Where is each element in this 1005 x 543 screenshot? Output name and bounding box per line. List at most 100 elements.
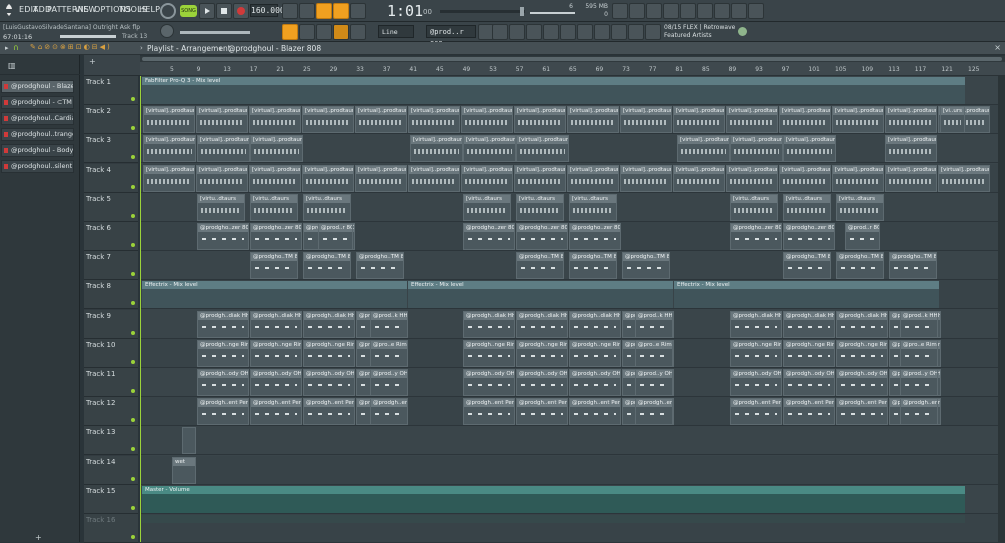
playlist-clip[interactable]: [virtual]..prodtaurs (779, 106, 831, 134)
playlist-clip[interactable]: [virtual]..prodtaurs (885, 164, 937, 192)
playlist-clip[interactable]: [virtual]..prodtaurs (673, 164, 725, 192)
track-header[interactable]: Track 12 (84, 397, 138, 427)
playlist-clip[interactable]: [virtu..dtaurs (730, 193, 778, 221)
track-header[interactable]: Track 7 (84, 251, 138, 281)
playlist-clip[interactable]: @prodgh..diak HH (197, 310, 249, 338)
playlist-clip[interactable]: @prodgh..nge Rim (250, 339, 302, 367)
track-header[interactable]: Track 6 (84, 222, 138, 251)
master-volume-slider[interactable] (180, 31, 250, 34)
playlist-clip[interactable]: @prodgho..zer 808 (730, 223, 782, 250)
track-lane[interactable] (140, 455, 1005, 485)
news-icon[interactable] (645, 24, 661, 40)
track-enable-led[interactable] (131, 476, 135, 481)
playlist-clip[interactable]: [virtual]..prodtaurs (463, 135, 516, 163)
wait-record-icon[interactable] (299, 3, 315, 19)
audio-settings-icon[interactable] (680, 3, 696, 19)
news-line1[interactable]: FLEX | Retrowave (683, 24, 735, 31)
play-button[interactable] (199, 3, 215, 19)
playlist-clip[interactable]: [virtual]..prodtaurs (726, 106, 778, 134)
track-header[interactable]: Track 14 (84, 455, 138, 485)
playlist-clip[interactable]: @prodgh..diak HH (516, 310, 568, 338)
panic-icon[interactable] (629, 3, 645, 19)
song-position-display[interactable]: 1:01 00 (385, 1, 435, 21)
playlist-clip[interactable]: @prod..k HH (370, 310, 408, 338)
playlist-clip[interactable]: [virtual]..prodtaurs (197, 135, 250, 163)
track-header[interactable]: Track 16 (84, 514, 138, 543)
playlist-clip[interactable]: @prod..k HH (900, 310, 938, 338)
playlist-clip[interactable]: @prodgho..zer 808 (250, 223, 302, 250)
record-button[interactable] (233, 3, 249, 19)
draw-tool-icon[interactable] (299, 24, 315, 40)
playlist-clip[interactable]: @pro..e Rim (635, 339, 673, 367)
touch-keyboard-icon[interactable] (628, 24, 644, 40)
snap-select[interactable]: Line (378, 25, 414, 38)
track-header[interactable]: Track 5 (84, 192, 138, 222)
playlist-clip[interactable]: @prodgh..ody OH (303, 369, 355, 396)
pattern-item[interactable]: @prodghoul..Cardiak HH (1, 112, 74, 125)
playlist-clip[interactable]: @prodgh..nge Rim (836, 339, 888, 367)
playlist-clip[interactable]: @prodgh..nge Rim (303, 339, 355, 367)
playlist-clip[interactable]: @prodgh..diak HH (569, 310, 621, 338)
mic-icon[interactable] (663, 3, 679, 19)
track-enable-led[interactable] (131, 389, 135, 393)
pattern-item[interactable]: @prodghoul - Body OH (1, 144, 74, 157)
track-header[interactable]: Track 15 (84, 484, 138, 514)
automation-clip[interactable]: Effectrix - Mix level (408, 281, 673, 309)
playlist-clip[interactable]: [virtu..dtaurs (250, 193, 298, 221)
playlist-clip[interactable]: @prodgh..nge Rim (463, 339, 515, 367)
playlist-clip[interactable]: [virtual]..prodtaurs (885, 106, 937, 134)
playlist-clip[interactable]: [virtual]..prodtaurs (461, 106, 513, 134)
playlist-clip[interactable]: [virtual]..prodtaurs (196, 106, 248, 134)
track-header[interactable]: Track 3 (84, 134, 138, 164)
playlist-clip[interactable]: [virtual]..prodtaurs (196, 164, 248, 192)
pattern-song-toggle-icon[interactable] (160, 3, 176, 19)
playlist-clip[interactable]: @prodgho..zer 808 (569, 223, 621, 250)
track-enable-led[interactable] (131, 330, 135, 335)
plugin-picker-icon[interactable] (577, 24, 593, 40)
playlist-clip[interactable]: @prodgh..nge Rim (516, 339, 568, 367)
playlist-clip[interactable]: @prodgh..ent Perc (516, 398, 568, 426)
playlist-clip[interactable]: [virtual]..prodtaurs (143, 106, 195, 134)
playlist-clip[interactable]: [virtual]..prodtaurs (143, 164, 195, 192)
track-enable-led[interactable] (131, 447, 135, 452)
playlist-clip[interactable]: @pro..e Rim (900, 339, 938, 367)
pattern-item[interactable]: @prodghoul..silent Perc (1, 160, 74, 173)
master-volume-knob[interactable] (160, 24, 174, 38)
playlist-clip[interactable]: @prod..y OH (635, 369, 673, 396)
track-enable-led[interactable] (131, 535, 135, 539)
playlist-clip[interactable]: @prodgh..diak HH (730, 310, 782, 338)
master-automation-clip[interactable]: Master - Volume (142, 485, 965, 513)
playlist-clip[interactable]: @prodgh..ody OH (463, 369, 515, 396)
playlist-clip[interactable]: @pro..e Rim (370, 339, 408, 367)
playlist-clip[interactable]: @prod..r 808 (318, 223, 353, 250)
playlist-clip[interactable]: [virtu..dtaurs (516, 193, 564, 221)
playlist-clip[interactable]: [virtu..dtaurs (569, 193, 617, 221)
track-header[interactable]: Track 11 (84, 368, 138, 397)
playlist-clip[interactable]: [virtual]..prodtaurs (514, 106, 566, 134)
track-header[interactable]: Track 2 (84, 105, 138, 135)
playlist-clip[interactable]: @prodgho..TM 808 (516, 252, 564, 280)
project-icon[interactable] (594, 24, 610, 40)
track-enable-led[interactable] (131, 184, 135, 189)
playlist-clip[interactable]: @prodgh..ent Perc (303, 398, 355, 426)
playlist-clip[interactable]: [virtual]..prodtaurs (567, 164, 619, 192)
playlist-clip[interactable]: [virtual]..prodtaurs (461, 164, 513, 192)
arrow-right-icon[interactable]: ▸ (5, 44, 9, 52)
playlist-clip[interactable]: [virtu..dtaurs (836, 193, 884, 221)
track-header[interactable]: Track 8 (84, 280, 138, 310)
automation-clip[interactable]: Effectrix - Mix level (142, 281, 407, 309)
playlist-clip[interactable]: @prodgh..diak HH (303, 310, 355, 338)
track-lane[interactable] (140, 426, 1005, 456)
playlist-clip[interactable]: @prodgho..TM 808 (836, 252, 884, 280)
snap-magnet-icon[interactable] (282, 24, 298, 40)
automation-clip[interactable]: Effectrix - Mix level (674, 281, 939, 309)
playlist-clip[interactable]: @prodgh..diak HH (250, 310, 302, 338)
playlist-clip[interactable]: [virtual]..prodtaurs (779, 164, 831, 192)
playlist-clip[interactable]: @prodgh..nge Rim (197, 339, 249, 367)
news-line2[interactable]: Featured Artists (664, 32, 712, 39)
playlist-clip[interactable]: [virtual]..prodtaurs (355, 164, 407, 192)
wrench-icon[interactable] (611, 24, 627, 40)
playlist-clip[interactable]: [virtual]..prodtaurs (673, 106, 725, 134)
vertical-scrollbar[interactable] (998, 76, 1005, 542)
playlist-grid[interactable]: FabFilter Pro-Q 3 - Mix level [virtual]..… (140, 76, 1005, 543)
